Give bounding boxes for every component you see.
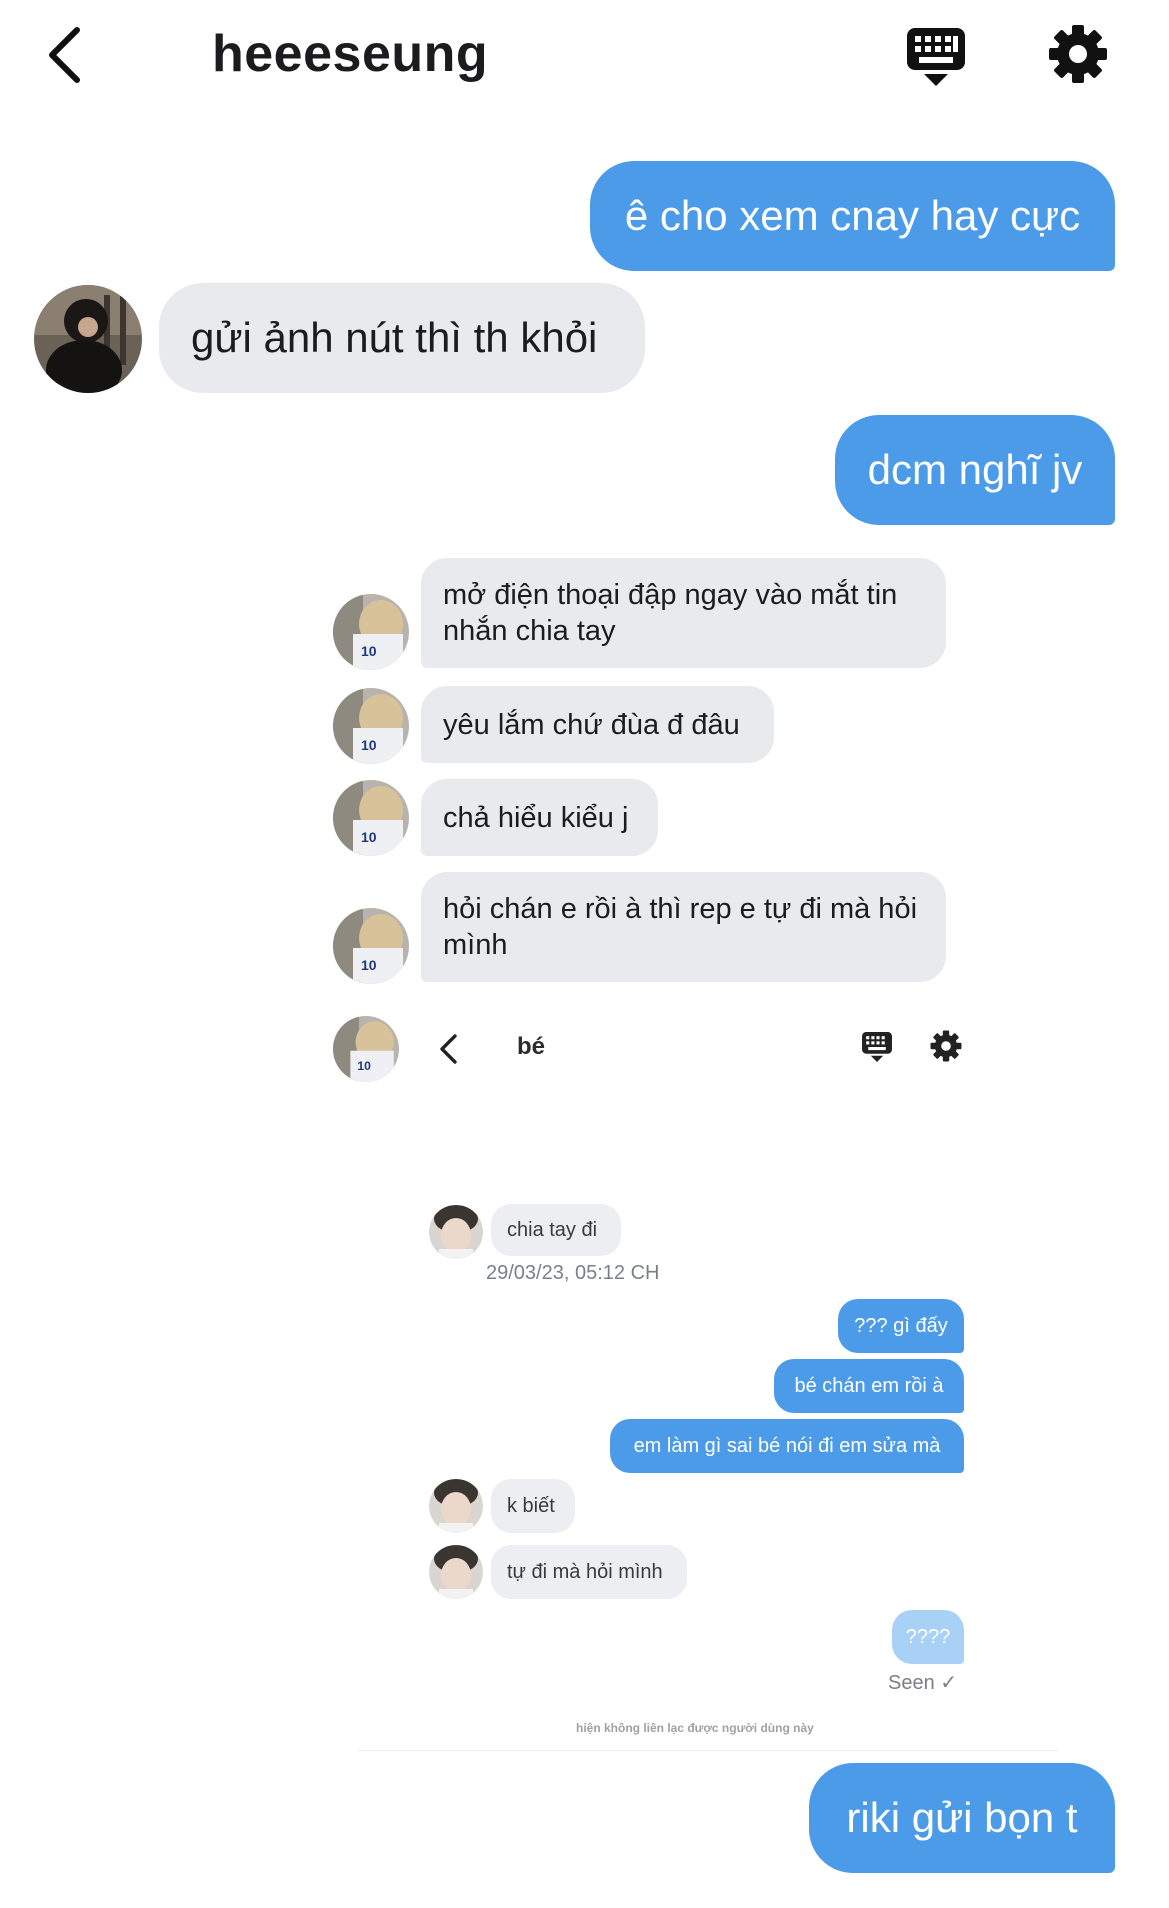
message-text: riki gửi bọn t [846, 1794, 1078, 1841]
inner-message-pending: ???? [892, 1610, 964, 1664]
avatar: 10 [333, 688, 409, 764]
message-incoming[interactable]: gửi ảnh nút thì th khỏi [159, 283, 645, 393]
svg-text:10: 10 [361, 643, 377, 659]
avatar[interactable] [34, 285, 142, 393]
svg-text:10: 10 [361, 737, 377, 753]
svg-text:10: 10 [361, 957, 377, 973]
inner-avatar [429, 1545, 483, 1599]
inner-avatar [429, 1479, 483, 1533]
avatar: 10 [333, 780, 409, 856]
message-timestamp: 29/03/23, 05:12 CH [486, 1262, 660, 1284]
svg-text:10: 10 [361, 829, 377, 845]
inner-gear-icon [930, 1030, 962, 1067]
inner-message-outgoing: ??? gì đấy [838, 1299, 964, 1353]
message-incoming[interactable]: hỏi chán e rồi à thì rep e tự đi mà hỏi … [421, 872, 946, 982]
inner-message-incoming: chia tay đi [491, 1204, 621, 1256]
message-text: ê cho xem cnay hay cực [624, 192, 1081, 239]
message-text: ??? gì đấy [854, 1314, 948, 1337]
back-icon[interactable] [44, 26, 84, 84]
message-text: dcm nghĩ jv [867, 446, 1083, 493]
divider [358, 1750, 1058, 1751]
avatar: 10 [333, 908, 409, 984]
inner-avatar [429, 1205, 483, 1259]
unavailable-notice: hiện không liên lạc được người dùng này [576, 1721, 814, 1735]
inner-message-outgoing: em làm gì sai bé nói đi em sửa mà [610, 1419, 964, 1473]
message-outgoing[interactable]: dcm nghĩ jv [835, 415, 1115, 525]
message-text: hỏi chán e rồi à thì rep e tự đi mà hỏi … [443, 893, 918, 961]
message-outgoing[interactable]: ê cho xem cnay hay cực [590, 161, 1115, 271]
message-text: k biết [507, 1494, 555, 1517]
inner-keyboard-icon [861, 1031, 893, 1068]
settings-icon[interactable] [1048, 24, 1108, 84]
message-text: yêu lắm chứ đùa đ đâu [443, 708, 740, 741]
inner-message-incoming: k biết [491, 1479, 575, 1533]
message-text: mở điện thoại đập ngay vào mắt tin nhắn … [443, 579, 898, 647]
inner-message-outgoing: bé chán em rồi à [774, 1359, 964, 1413]
message-text: tự đi mà hỏi mình [507, 1560, 663, 1583]
message-outgoing[interactable]: riki gửi bọn t [809, 1763, 1115, 1873]
avatar: 10 [333, 1016, 399, 1082]
header-title: heeeseung [212, 25, 489, 83]
message-incoming[interactable]: chả hiểu kiểu j [421, 779, 658, 856]
message-text: chả hiểu kiểu j [443, 801, 629, 834]
message-text: ???? [905, 1625, 951, 1648]
message-text: chia tay đi [507, 1218, 598, 1241]
message-text: bé chán em rồi à [794, 1374, 944, 1397]
inner-message-incoming: tự đi mà hỏi mình [491, 1545, 687, 1599]
inner-back-icon [437, 1033, 459, 1070]
message-incoming[interactable]: yêu lắm chứ đùa đ đâu [421, 686, 774, 763]
svg-text:10: 10 [357, 1059, 371, 1073]
avatar: 10 [333, 594, 409, 670]
message-text: em làm gì sai bé nói đi em sửa mà [633, 1434, 941, 1457]
message-text: gửi ảnh nút thì th khỏi [191, 314, 598, 361]
keyboard-icon[interactable] [905, 26, 967, 88]
inner-header-title: bé [517, 1033, 546, 1060]
message-incoming[interactable]: mở điện thoại đập ngay vào mắt tin nhắn … [421, 558, 946, 668]
seen-status: Seen ✓ [888, 1672, 958, 1694]
